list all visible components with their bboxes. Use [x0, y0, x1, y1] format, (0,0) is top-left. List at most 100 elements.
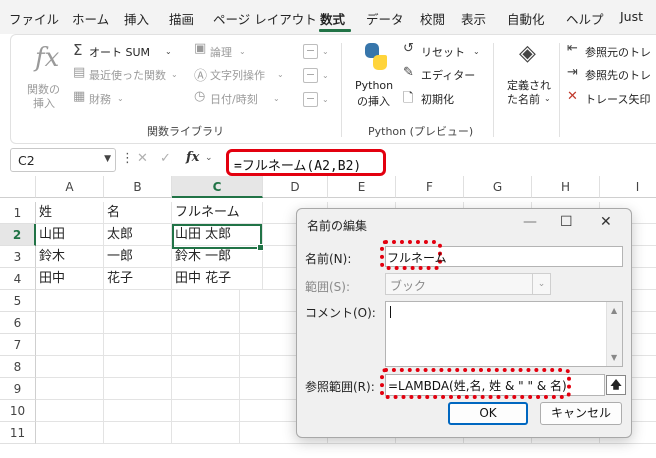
row-header-9[interactable]: 9 [0, 378, 36, 400]
ok-button[interactable]: OK [448, 402, 528, 425]
menu-view[interactable]: 表示 [461, 9, 486, 28]
select-all-corner[interactable] [0, 176, 36, 198]
name-box[interactable]: C2 ▼ [10, 148, 116, 172]
insert-function-icon[interactable]: fx [186, 150, 199, 165]
row-header-4[interactable]: 4 [0, 268, 36, 290]
comment-scrollbar[interactable]: ▲ ▼ [606, 302, 622, 366]
menu-draw[interactable]: 描画 [169, 9, 194, 28]
minimize-button[interactable]: — [523, 214, 537, 230]
row-header-5[interactable]: 5 [0, 290, 36, 312]
collapse-dialog-button[interactable]: 🡅 [606, 375, 626, 395]
cell-b1[interactable]: 名 [104, 202, 172, 224]
column-header-a[interactable]: A [36, 176, 104, 198]
close-button[interactable]: ✕ [600, 214, 612, 230]
row-header-6[interactable]: 6 [0, 312, 36, 334]
active-cell-selection[interactable] [172, 224, 264, 251]
maximize-button[interactable]: ☐ [560, 214, 573, 230]
menu-page-layout[interactable]: ページ レイアウト [213, 9, 317, 28]
cell-a2[interactable]: 山田 [36, 224, 104, 246]
insert-function-label-2[interactable]: 挿入 [33, 95, 55, 111]
column-header-e[interactable]: E [328, 176, 396, 198]
menu-home[interactable]: ホーム [72, 9, 109, 28]
confirm-formula-icon[interactable]: ✓ [160, 151, 171, 166]
menu-data[interactable]: データ [366, 9, 404, 28]
datetime-button[interactable]: 日付/時刻 [210, 91, 258, 107]
menu-formulas[interactable]: 数式 [320, 9, 345, 28]
name-box-chevron-icon[interactable]: ▼ [104, 154, 111, 164]
autosum-chevron-icon[interactable]: ⌄ [165, 47, 172, 56]
trace-precedents-button[interactable]: 参照元のトレ [585, 44, 651, 60]
row-header-8[interactable]: 8 [0, 356, 36, 378]
python-reset-button[interactable]: リセット [421, 44, 465, 60]
fx-chevron-icon[interactable]: ⌄ [205, 153, 213, 163]
menu-help[interactable]: ヘルプ [566, 9, 604, 28]
reset-icon[interactable]: ↺ [403, 41, 414, 56]
column-header-g[interactable]: G [464, 176, 532, 198]
editor-icon[interactable]: ✎ [403, 65, 414, 80]
math-button[interactable] [303, 68, 318, 83]
scroll-up-icon[interactable]: ▲ [611, 306, 617, 315]
cell-a1[interactable]: 姓 [36, 202, 104, 224]
column-header-c[interactable]: C [172, 176, 263, 198]
recent-functions-button[interactable]: 最近使った関数 [89, 67, 166, 83]
menu-insert[interactable]: 挿入 [124, 9, 149, 28]
initialize-icon[interactable]: 🗋 [403, 89, 413, 111]
financial-button[interactable]: 財務 [89, 91, 111, 107]
lookup-button[interactable] [303, 44, 318, 59]
financial-icon[interactable]: ▦ [73, 89, 85, 104]
menu-automate[interactable]: 自動化 [507, 9, 545, 28]
cell-a4[interactable]: 田中 [36, 268, 104, 290]
menu-just[interactable]: Just [620, 9, 643, 24]
row-header-11[interactable]: 11 [0, 422, 36, 444]
cancel-formula-icon[interactable]: ✕ [137, 151, 148, 166]
text-functions-icon[interactable]: Ⓐ [194, 65, 207, 84]
cell-b3[interactable]: 一郎 [104, 246, 172, 268]
defined-names-icon[interactable]: ◈ [519, 41, 536, 66]
cell-b4[interactable]: 花子 [104, 268, 172, 290]
row-header-3[interactable]: 3 [0, 246, 36, 268]
reset-chevron-icon[interactable]: ⌄ [473, 47, 480, 56]
scroll-down-icon[interactable]: ▼ [611, 353, 617, 362]
trace-dependents-button[interactable]: 参照先のトレ [585, 67, 651, 83]
defined-names-label-2[interactable]: た名前 [507, 91, 540, 107]
cell-c4[interactable]: 田中 花子 [172, 268, 263, 290]
logical-icon[interactable]: ▣ [194, 41, 206, 56]
menu-review[interactable]: 校閲 [420, 9, 445, 28]
autosum-icon[interactable]: Σ [73, 41, 82, 59]
column-header-h[interactable]: H [532, 176, 600, 198]
row-header-7[interactable]: 7 [0, 334, 36, 356]
cell-a3[interactable]: 鈴木 [36, 246, 104, 268]
row-header-2[interactable]: 2 [0, 224, 36, 246]
python-editor-button[interactable]: エディター [421, 67, 475, 83]
python-insert-label-1[interactable]: Python [355, 79, 393, 92]
row-header-1[interactable]: 1 [0, 202, 36, 224]
datetime-icon[interactable]: ◷ [194, 89, 205, 104]
recent-functions-icon[interactable]: ▤ [73, 65, 85, 80]
remove-arrows-button[interactable]: トレース矢印 [585, 91, 650, 107]
column-header-b[interactable]: B [104, 176, 172, 198]
trace-dependents-icon[interactable]: ⇥ [567, 65, 578, 80]
column-header-f[interactable]: F [396, 176, 464, 198]
python-initialize-button[interactable]: 初期化 [421, 91, 454, 107]
autosum-button[interactable]: オート SUM [89, 44, 150, 60]
python-icon[interactable] [363, 43, 389, 71]
column-header-i[interactable]: I [600, 176, 656, 198]
column-header-d[interactable]: D [263, 176, 328, 198]
insert-function-icon[interactable]: fx [35, 43, 59, 73]
logical-button[interactable]: 論理 [210, 44, 232, 60]
row-header-10[interactable]: 10 [0, 400, 36, 422]
cell-c3[interactable]: 鈴木 一郎 [172, 246, 263, 268]
more-functions-button[interactable] [303, 92, 318, 107]
text-functions-button[interactable]: 文字列操作 [210, 67, 265, 83]
python-insert-label-2[interactable]: の挿入 [357, 93, 390, 109]
cancel-button[interactable]: キャンセル [540, 402, 622, 425]
trace-precedents-icon[interactable]: ⇤ [567, 41, 578, 56]
comment-textarea[interactable]: ▲ ▼ [385, 301, 623, 367]
cell-c1[interactable]: フルネーム [172, 202, 263, 224]
defined-names-chevron-icon[interactable]: ⌄ [544, 94, 551, 103]
remove-arrows-icon[interactable]: ✕ [567, 89, 578, 104]
cell-b2[interactable]: 太郎 [104, 224, 172, 246]
formula-input[interactable]: =フルネーム(A2,B2) [226, 149, 386, 176]
menu-file[interactable]: ファイル [9, 9, 59, 28]
empty-grid-area[interactable] [36, 290, 263, 444]
